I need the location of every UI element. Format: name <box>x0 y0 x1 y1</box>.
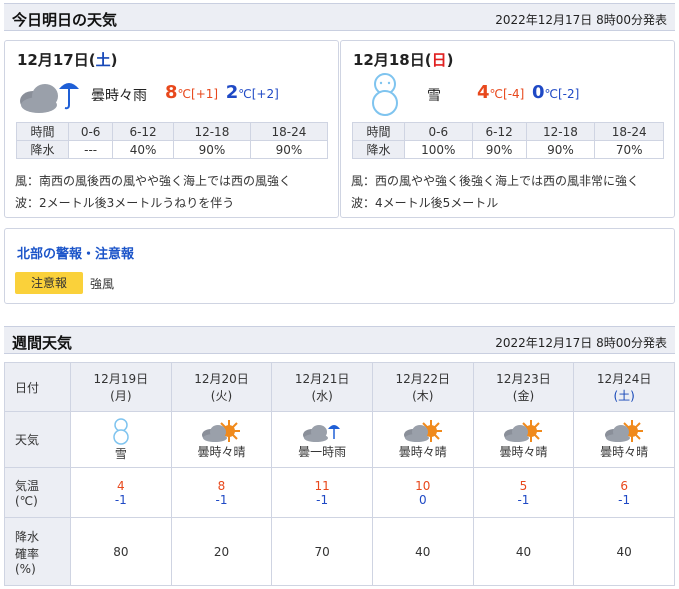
cloudy-sunny-icon <box>504 420 543 442</box>
wave-info: 波：4メートル後5メートル <box>351 196 499 210</box>
day-card-today: 12月17日(土) 曇時々雨 8℃[+1] 2℃[+2] 時間 0-6 6-12… <box>4 40 339 218</box>
weather-cell: 曇時々晴 <box>472 411 575 468</box>
cloudy-sunny-icon <box>403 420 442 442</box>
weather-cell: 曇時々晴 <box>573 411 675 468</box>
weather-cell: 雪 <box>70 411 172 468</box>
weather-text: 曇時々雨 <box>91 88 147 104</box>
rain-cell: 80 <box>70 517 172 586</box>
warning-box: 北部の警報・注意報 注意報 強風 <box>4 228 675 304</box>
temperature: 8℃[+1] 2℃[+2] <box>165 82 279 103</box>
weather-cell: 曇一時雨 <box>271 411 373 468</box>
wind-info: 風：西の風やや強く後強く海上では西の風非常に強く <box>351 174 640 188</box>
wave-info: 波：2メートル後3メートルうねりを伴う <box>15 196 235 210</box>
cloudy-sunny-icon <box>605 420 644 442</box>
row-label-date: 日付 <box>4 362 71 412</box>
day-card-tomorrow: 12月18日(日) 雪 4℃[-4] 0℃[-2] 時間 0-6 6-12 12… <box>340 40 675 218</box>
date-cell: 12月20日 (火) <box>170 362 273 412</box>
cloudy-rain-icon <box>303 425 341 442</box>
cloudy-sunny-icon <box>202 420 241 442</box>
temp-cell: 8 -1 <box>170 467 273 518</box>
wind-info: 風：南西の風後西の風やや強く海上では西の風強く <box>15 174 292 188</box>
date-cell: 12月23日 (金) <box>472 362 575 412</box>
day-of-week: 日 <box>431 51 447 69</box>
day-of-week: 土 <box>95 51 111 69</box>
warning-title[interactable]: 北部の警報・注意報 <box>17 243 134 262</box>
announce-time: 2022年12月17日 8時00分発表 <box>495 336 667 350</box>
announce-time: 2022年12月17日 8時00分発表 <box>495 13 667 27</box>
temp-cell: 6 -1 <box>573 467 675 518</box>
temp-cell: 5 -1 <box>472 467 575 518</box>
weather-cell: 曇時々晴 <box>170 411 273 468</box>
low-temp: 0 <box>531 82 545 103</box>
temp-cell: 4 -1 <box>70 467 172 518</box>
today-section-header: 今日明日の天気 2022年12月17日 8時00分発表 <box>4 3 675 31</box>
low-temp: 2 <box>225 82 239 103</box>
date-cell: 12月22日 (木) <box>371 362 474 412</box>
weather-cell: 曇時々晴 <box>371 411 474 468</box>
advisory-badge: 注意報 <box>15 272 83 294</box>
day-date: 12月18日(日) <box>353 51 454 69</box>
section-title: 週間天気 <box>12 334 73 352</box>
rain-cell: 70 <box>271 517 373 586</box>
high-temp: 8 <box>165 82 178 103</box>
temperature: 4℃[-4] 0℃[-2] <box>477 82 580 103</box>
date-cell: 12月19日 (月) <box>70 362 172 412</box>
rain-table: 時間 0-6 6-12 12-18 18-24 降水 --- 40% 90% 9… <box>16 122 329 159</box>
day-date: 12月17日(土) <box>17 51 118 69</box>
weekly-section-header: 週間天気 2022年12月17日 8時00分発表 <box>4 326 675 354</box>
row-label-rain: 降水 確率 (%) <box>4 517 71 586</box>
rain-table: 時間 0-6 6-12 12-18 18-24 降水 100% 90% 90% … <box>352 122 664 159</box>
rain-cell: 20 <box>170 517 273 586</box>
date-cell: 12月21日 (水) <box>271 362 373 412</box>
rain-cell: 40 <box>573 517 675 586</box>
snowman-icon <box>113 418 129 445</box>
weekly-table: 日付 12月19日 (月) 12月20日 (火) 12月21日 (水) 12月22日(… <box>4 362 675 586</box>
date-cell: 12月24日 (土) <box>573 362 675 412</box>
weather-text: 雪 <box>427 88 441 104</box>
cloudy-rain-icon <box>20 83 79 113</box>
temp-cell: 11 -1 <box>271 467 373 518</box>
temp-cell: 10 0 <box>371 467 474 518</box>
section-title: 今日明日の天気 <box>12 11 118 29</box>
row-label-weather: 天気 <box>4 411 71 468</box>
advisory-value: 強風 <box>90 277 115 291</box>
high-temp: 4 <box>477 82 490 103</box>
rain-cell: 40 <box>472 517 575 586</box>
row-label-temp: 気温 (℃) <box>4 467 71 518</box>
snowman-icon <box>372 73 398 116</box>
rain-cell: 40 <box>371 517 474 586</box>
